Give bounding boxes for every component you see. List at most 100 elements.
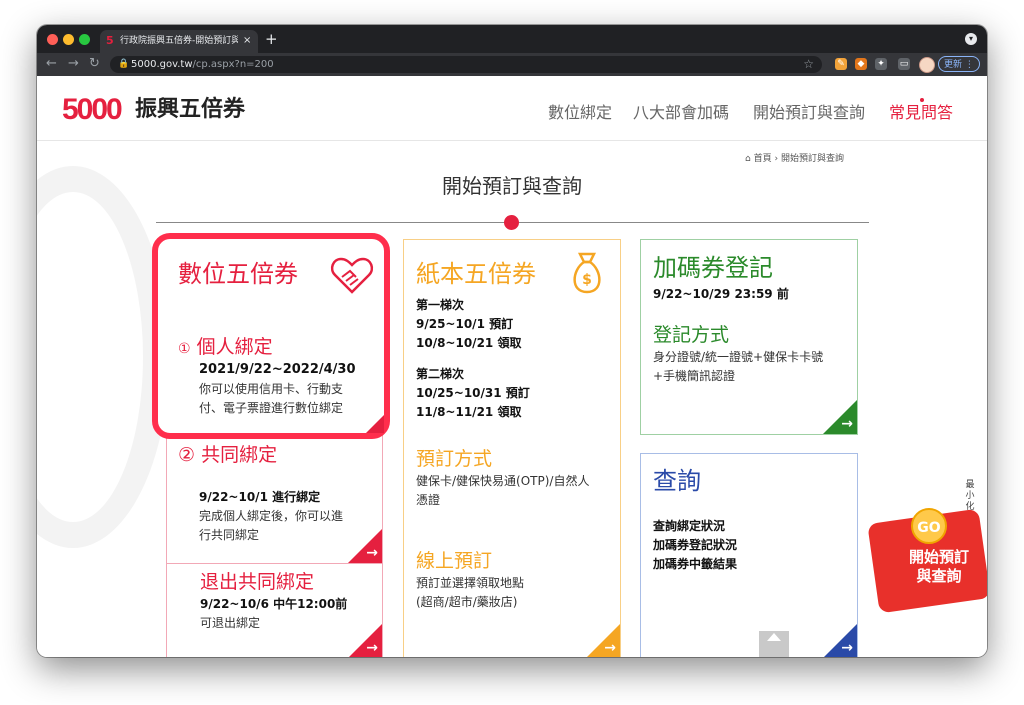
nav-eight-ministries[interactable]: 八大部會加碼	[633, 103, 729, 123]
batch1-label: 第一梯次	[416, 298, 465, 312]
logo-number[interactable]: 5000	[62, 94, 123, 126]
paper-method-desc: 憑證	[416, 493, 441, 507]
bonus-registration-card[interactable]: 加碼券登記 9/22~10/29 23:59 前 登記方式 身分證號/統一證號+…	[640, 239, 858, 435]
batch1-pickup: 10/8~10/21 領取	[416, 336, 522, 350]
breadcrumb-home[interactable]: 首頁	[754, 154, 772, 164]
tab-search-icon[interactable]: ▾	[965, 33, 977, 45]
breadcrumb-separator: ›	[774, 154, 779, 164]
bonus-method-title: 登記方式	[653, 324, 730, 346]
query-item-registration[interactable]: 加碼券登記狀況	[653, 536, 737, 555]
arrow-right-icon: →	[366, 545, 378, 561]
bonus-registration-date: 9/22~10/29 23:59 前	[653, 287, 789, 301]
zoom-window-button[interactable]	[79, 34, 90, 45]
joint-binding-desc: 行共同綁定	[199, 528, 260, 542]
exit-binding-date: 9/22~10/6 中午12:00前	[200, 597, 348, 611]
paper-voucher-card[interactable]: 紙本五倍券 $ 第一梯次 9/25~10/1 預訂 10/8~10/21 領取 …	[403, 239, 621, 657]
address-bar[interactable]: 🔒 5000.gov.tw/cp.aspx?n=200 ☆	[110, 56, 822, 73]
exit-binding-title: 退出共同綁定	[200, 571, 315, 593]
metamask-icon[interactable]: ◆	[855, 58, 867, 70]
close-window-button[interactable]	[47, 34, 58, 45]
tab-close-icon[interactable]: ×	[243, 34, 251, 48]
personal-binding-desc: 付、電子票證進行數位綁定	[199, 401, 344, 415]
bonus-registration-title: 加碼券登記	[653, 254, 773, 282]
nav-faq[interactable]: 常見問答	[889, 103, 953, 123]
browser-toolbar: ← → ↻ 🔒 5000.gov.tw/cp.aspx?n=200 ☆ ✎ ◆ …	[37, 53, 987, 76]
breadcrumb-current: 開始預訂與查詢	[780, 154, 844, 164]
joint-binding-desc: 完成個人綁定後，你可以進	[199, 509, 344, 523]
paper-voucher-arrow[interactable]: →	[586, 624, 620, 657]
url-path: /cp.aspx?n=200	[192, 59, 274, 70]
query-title: 查詢	[653, 467, 701, 495]
reload-icon[interactable]: ↻	[89, 56, 100, 72]
favicon-icon: 5	[106, 34, 114, 47]
avatar[interactable]	[919, 57, 935, 73]
personal-binding-date: 2021/9/22~2022/4/30	[199, 362, 356, 377]
arrow-right-icon: →	[841, 640, 853, 656]
new-tab-button[interactable]: +	[265, 31, 278, 47]
url-host: 5000.gov.tw	[131, 59, 193, 70]
promo-line: 與查詢	[916, 567, 962, 585]
joint-binding-card[interactable]: ② 共同綁定 9/22~10/1 進行綁定 完成個人綁定後，你可以進 行共同綁定…	[166, 428, 383, 564]
chevron-up-icon	[767, 633, 781, 641]
bonus-registration-arrow[interactable]: →	[823, 400, 857, 434]
tab-bar: 5 行政院振興五倍券-開始預訂與查 × + ▾	[37, 25, 987, 53]
query-item-lottery[interactable]: 加碼券中籤結果	[653, 555, 737, 574]
back-icon[interactable]: ←	[46, 56, 57, 72]
forward-icon[interactable]: →	[68, 56, 79, 72]
promo-floating-button[interactable]: GO 開始預訂 與查詢	[867, 508, 987, 614]
personal-binding-arrow[interactable]	[366, 415, 384, 433]
personal-binding-title-text: 個人綁定	[196, 336, 273, 358]
site-header: 5000 振興五倍券 數位綁定 八大部會加碼 開始預訂與查詢 常見問答	[37, 76, 987, 141]
page-title: 開始預訂與查詢	[442, 174, 582, 198]
breadcrumb: ⌂ 首頁 › 開始預訂與查詢	[745, 153, 844, 165]
paper-voucher-title: 紙本五倍券	[416, 260, 536, 288]
title-dot	[504, 215, 519, 230]
minimize-window-button[interactable]	[63, 34, 74, 45]
browser-tab[interactable]: 5 行政院振興五倍券-開始預訂與查 ×	[100, 30, 258, 53]
online-booking-desc: 預訂並選擇領取地點	[416, 576, 525, 590]
nav-digital-binding[interactable]: 數位綁定	[548, 103, 612, 123]
query-card[interactable]: 查詢 查詢綁定狀況 加碼券登記狀況 加碼券中籤結果 →	[640, 453, 858, 657]
batch2-label: 第二梯次	[416, 367, 465, 381]
heart-handshake-icon	[330, 257, 374, 294]
batch2-order: 10/25~10/31 預訂	[416, 386, 530, 400]
query-arrow[interactable]: →	[823, 624, 857, 657]
exit-binding-card[interactable]: 退出共同綁定 9/22~10/6 中午12:00前 可退出綁定 →	[166, 563, 383, 657]
arrow-right-icon: →	[841, 416, 853, 432]
arrow-right-icon: →	[366, 640, 378, 656]
joint-binding-title-text: 共同綁定	[201, 444, 278, 466]
extension-icon[interactable]: ✦	[875, 58, 887, 70]
nav-booking-query[interactable]: 開始預訂與查詢	[753, 103, 865, 123]
paper-method-desc: 健保卡/健保快易通(OTP)/自然人	[416, 474, 590, 488]
go-coin-icon: GO	[911, 508, 947, 544]
promo-line: 開始預訂	[908, 548, 969, 566]
scroll-to-top-button[interactable]	[759, 631, 789, 657]
bookmark-star-icon[interactable]: ☆	[803, 57, 814, 71]
query-item-binding[interactable]: 查詢綁定狀況	[653, 517, 725, 536]
batch2-pickup: 11/8~11/21 領取	[416, 405, 522, 419]
lock-icon: 🔒	[118, 59, 130, 69]
joint-binding-title: ② 共同綁定	[178, 443, 277, 467]
tab-title: 行政院振興五倍券-開始預訂與查	[120, 36, 238, 46]
logo-text[interactable]: 振興五倍券	[135, 96, 245, 124]
home-icon: ⌂	[745, 154, 751, 164]
bonus-method-desc: 身分證號/統一證號+健保卡卡號	[653, 350, 824, 364]
joint-binding-num: ②	[178, 444, 196, 466]
arrow-right-icon: →	[604, 640, 616, 656]
money-bag-icon: $	[573, 252, 601, 294]
bonus-method-desc: +手機簡訊認證	[653, 369, 736, 383]
cast-icon[interactable]: ▭	[898, 58, 910, 70]
promo-text: 開始預訂 與查詢	[899, 548, 979, 586]
update-button[interactable]: 更新 ⋮	[938, 56, 980, 72]
digital-voucher-card[interactable]: 數位五倍券 ① 個人綁定 2021/9/22~2022/4/30 你可以使用信用…	[152, 233, 390, 439]
svg-text:$: $	[582, 272, 592, 288]
personal-binding-num: ①	[178, 341, 191, 357]
personal-binding-desc: 你可以使用信用卡、行動支	[199, 382, 344, 396]
web-page: 5000 振興五倍券 數位綁定 八大部會加碼 開始預訂與查詢 常見問答 ⌂ 首頁…	[37, 76, 987, 657]
exit-binding-arrow[interactable]: →	[348, 624, 382, 657]
digital-voucher-title: 數位五倍券	[178, 260, 298, 288]
joint-binding-arrow[interactable]: →	[348, 529, 382, 563]
nav-indicator-dot	[920, 98, 924, 102]
extension-icon[interactable]: ✎	[835, 58, 847, 70]
paper-method-title: 預訂方式	[416, 448, 493, 470]
